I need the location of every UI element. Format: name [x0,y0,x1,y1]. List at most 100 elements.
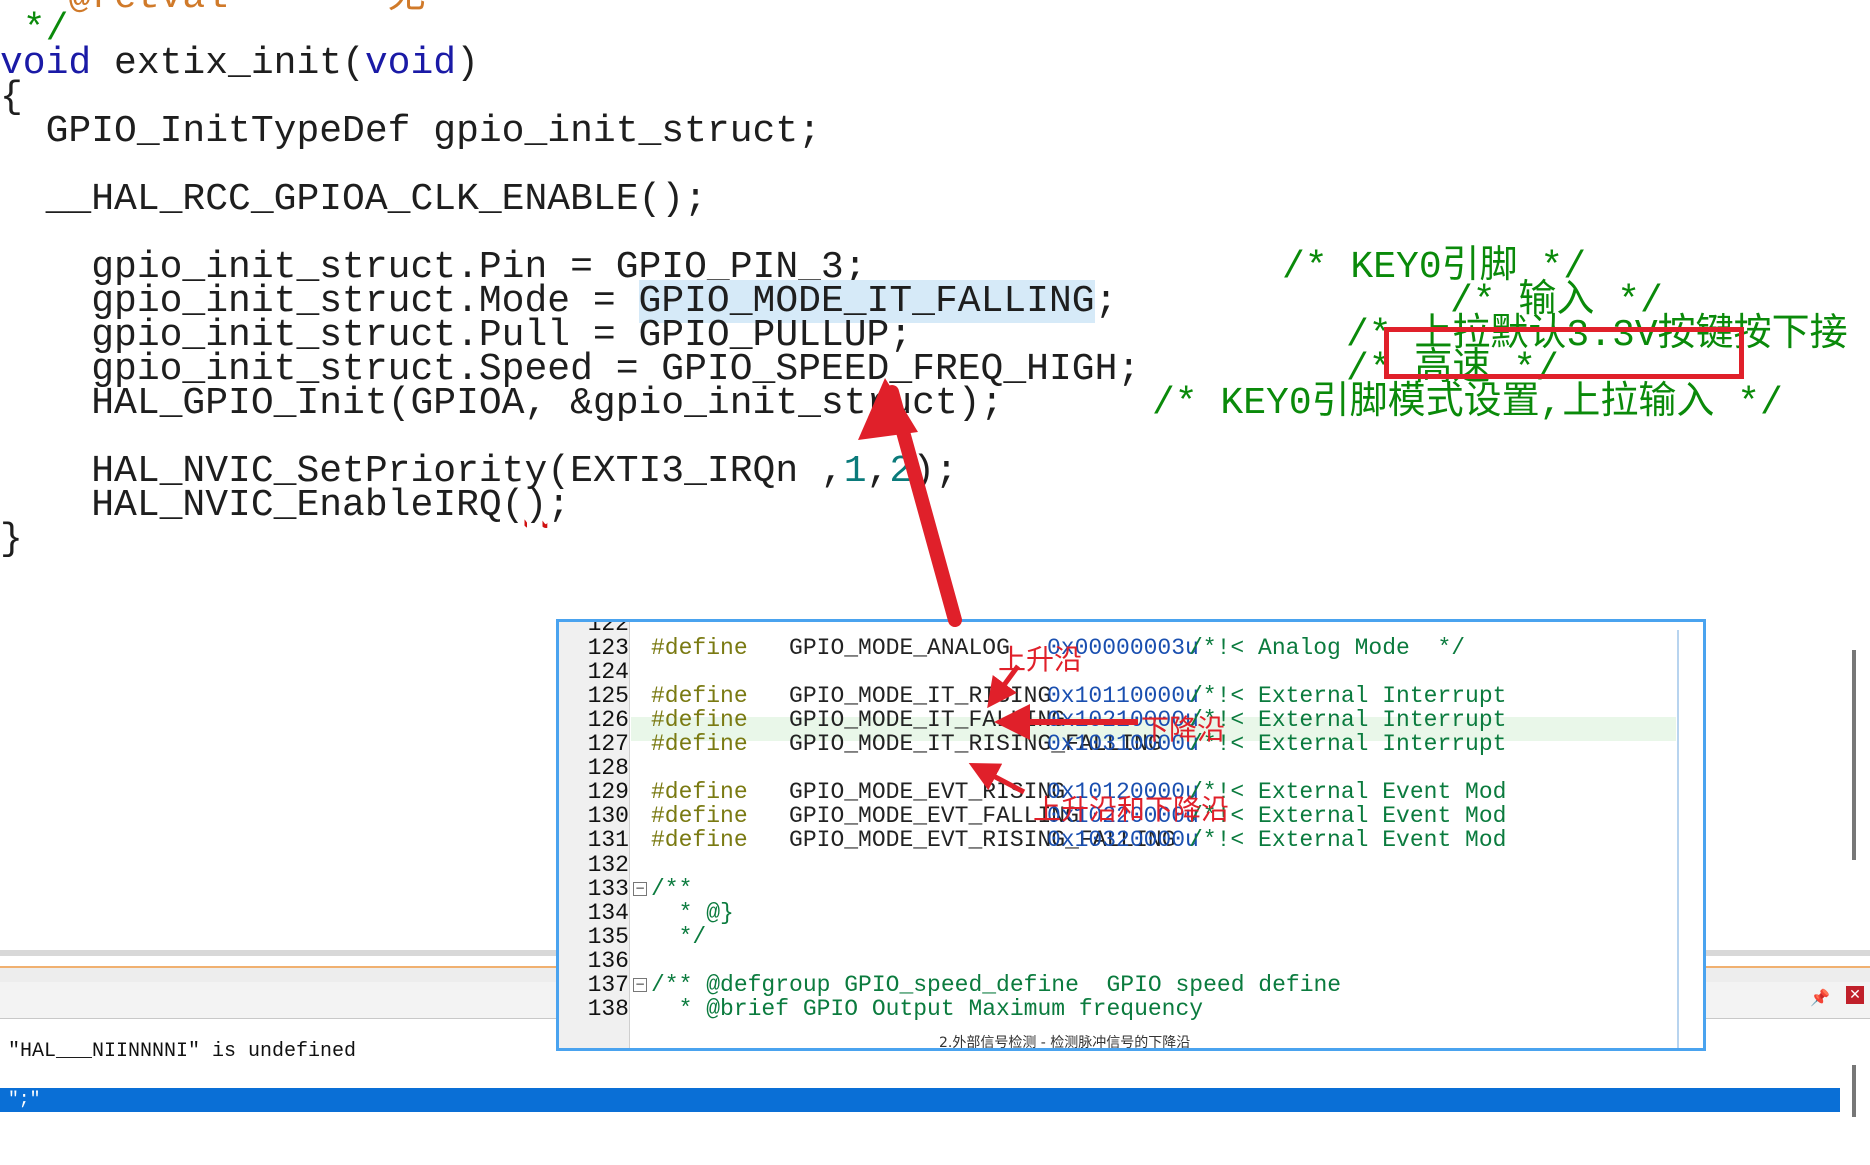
popup-line-number: 137 [587,971,629,998]
code-line-gpio-init: HAL_GPIO_Init(GPIOA, &gpio_init_struct); [0,382,1004,425]
popup-line-code: /** @defgroup GPIO_speed_define GPIO spe… [651,973,1341,997]
define-name: GPIO_MODE_EVT_FALLING [747,803,1079,830]
popup-line-number: 131 [587,827,629,854]
define-comment: /*!< Analog Mode */ [1189,635,1466,662]
define-name: GPIO_MODE_ANALOG [747,635,1010,662]
define-name: GPIO_MODE_IT_FALLING [747,707,1066,734]
popup-line-number: 122 [587,619,629,637]
popup-line-number: 128 [587,755,629,782]
popup-line: 124 [559,659,1703,686]
fold-toggle-icon[interactable]: − [633,881,647,896]
semicolon-end: ; [547,484,571,527]
popup-line: 127 #define GPIO_MODE_IT_RISING_FALLING 0x… [559,731,1703,758]
popup-line-code: #define GPIO_MODE_ANALOG 0x00000003u/*!< … [651,635,1465,662]
popup-line: 136 [559,947,1703,974]
popup-line-code: #define GPIO_MODE_IT_RISING 0x10110000u/*… [651,683,1506,710]
popup-line-number: 136 [587,947,629,974]
code-line-brace-close: } [0,518,23,561]
popup-line-number: 127 [587,731,629,758]
output-selected-line[interactable]: ";" [0,1088,1840,1112]
popup-line-text: /** @defgroup GPIO_speed_define GPIO spe… [651,971,1342,998]
define-keyword: #define [651,779,748,806]
priority-preempt: 1 [843,450,867,493]
priority-sub: 2 [889,450,913,493]
popup-line-code: #define GPIO_MODE_EVT_FALLING 0x10220000u… [651,803,1506,830]
function-name: extix_init( [91,42,365,85]
popup-line-code: #define GPIO_MODE_IT_RISING_FALLING 0x103… [651,731,1506,758]
editor-scrollbar[interactable] [1852,650,1856,860]
popup-line-code: #define GPIO_MODE_EVT_RISING 0x10120000u /… [651,779,1506,806]
close-icon[interactable]: ✕ [1846,986,1864,1004]
define-comment: /*!< External Event Mod [1189,827,1507,854]
popup-line: 122 [559,619,1703,637]
popup-line: 123 #define GPIO_MODE_ANALOG 0x00000003u/*… [559,635,1703,662]
comma: , [866,450,890,493]
define-comment: /*!< External Event Mod [1189,803,1507,830]
popup-line: 132 [559,851,1703,878]
define-value: 0x10110000u [1047,683,1199,710]
define-comment: /*!< External Interrupt [1189,707,1507,734]
keyword-void-param: void [364,42,457,85]
popup-line: 126 #define GPIO_MODE_IT_FALLING 0x1021000… [559,707,1703,734]
popup-line-number: 133 [587,875,629,902]
define-name: GPIO_MODE_IT_RISING [747,683,1052,710]
code-line-enable-irq: HAL_NVIC_EnableIRQ(); [0,486,570,526]
define-name: GPIO_MODE_EVT_RISING [747,779,1066,806]
popup-line-code: /** [651,877,692,901]
define-value: 0x10320000u [1047,827,1199,854]
output-scrollbar[interactable] [1852,1065,1856,1117]
definition-popup: 122 123 #define GPIO_MODE_ANALOG 0x00000003… [556,619,1706,1051]
annotation-rising: 上升沿 [998,643,1083,676]
enable-irq-error-paren: ) [524,484,548,527]
define-keyword: #define [651,731,748,758]
fold-toggle-icon[interactable]: − [633,977,647,992]
output-message: "HAL___NIINNNNI" is undefined [8,1040,357,1063]
popup-line-code: * @} [651,901,734,925]
popup-line: 137 /** @defgroup GPIO_speed_define GPIO … [559,971,1703,998]
popup-line-number: 135 [587,923,629,950]
popup-caption: 2.外部信号检测 - 检测脉冲信号的下降沿 [939,1035,1191,1051]
popup-line: 125 #define GPIO_MODE_IT_RISING 0x10110000… [559,683,1703,710]
code-line-clock-enable: __HAL_RCC_GPIOA_CLK_ENABLE(); [0,178,707,221]
comment-gpio-init: /* KEY0引脚模式设置,上拉输入 */ [1152,382,1783,425]
define-keyword: #define [651,635,748,662]
define-keyword: #define [651,803,748,830]
popup-line-code: #define GPIO_MODE_EVT_RISING_FALLING 0x10… [651,827,1506,854]
popup-line-code: #define GPIO_MODE_IT_FALLING 0x10210000u /… [651,707,1506,734]
define-keyword: #define [651,827,748,854]
popup-line-number: 130 [587,803,629,830]
popup-line-code: */ [651,923,707,950]
popup-line-number: 132 [587,851,629,878]
popup-line-text: * @} [651,899,734,926]
popup-line: 128 [559,755,1703,782]
popup-line-code: * @brief GPIO Output Maximum frequency [651,995,1204,1022]
code-line-declaration: GPIO_InitTypeDef gpio_init_struct; [0,110,821,153]
popup-line-number: 134 [587,899,629,926]
popup-line: 131 #define GPIO_MODE_EVT_RISING_FALLING 0… [559,827,1703,854]
popup-line: 134 * @} [559,899,1703,926]
annotation-falling: 下降沿 [1141,713,1226,746]
code-line-function-signature: void extix_init(void) [0,44,479,84]
define-comment: /*!< External Interrupt [1189,731,1507,758]
popup-line-number: 124 [587,659,629,686]
popup-line: 138 * @brief GPIO Output Maximum frequen… [559,995,1703,1022]
define-keyword: #define [651,707,748,734]
highlight-box-input-comment [1384,327,1744,379]
enable-irq-call: HAL_NVIC_EnableIRQ( [0,484,525,527]
semicolon: ; [1094,280,1118,323]
popup-line-number: 123 [587,635,629,662]
call-close: ); [912,450,958,493]
popup-line-number: 125 [587,683,629,710]
annotation-rising-and-falling: 上升沿和下降沿 [1033,793,1230,826]
popup-line-number: 129 [587,779,629,806]
pin-icon[interactable]: 📌 [1810,988,1830,1007]
define-keyword: #define [651,683,748,710]
popup-line-text: */ [651,923,707,950]
popup-line-number: 126 [587,707,629,734]
define-comment: /*!< External Event Mod [1189,779,1507,806]
popup-line: 133 /** − [559,875,1703,902]
popup-line-text: * @brief GPIO Output Maximum frequency [651,995,1204,1022]
paren-close: ) [456,42,479,85]
popup-line: 135 */ [559,923,1703,950]
define-comment: /*!< External Interrupt [1189,683,1507,710]
